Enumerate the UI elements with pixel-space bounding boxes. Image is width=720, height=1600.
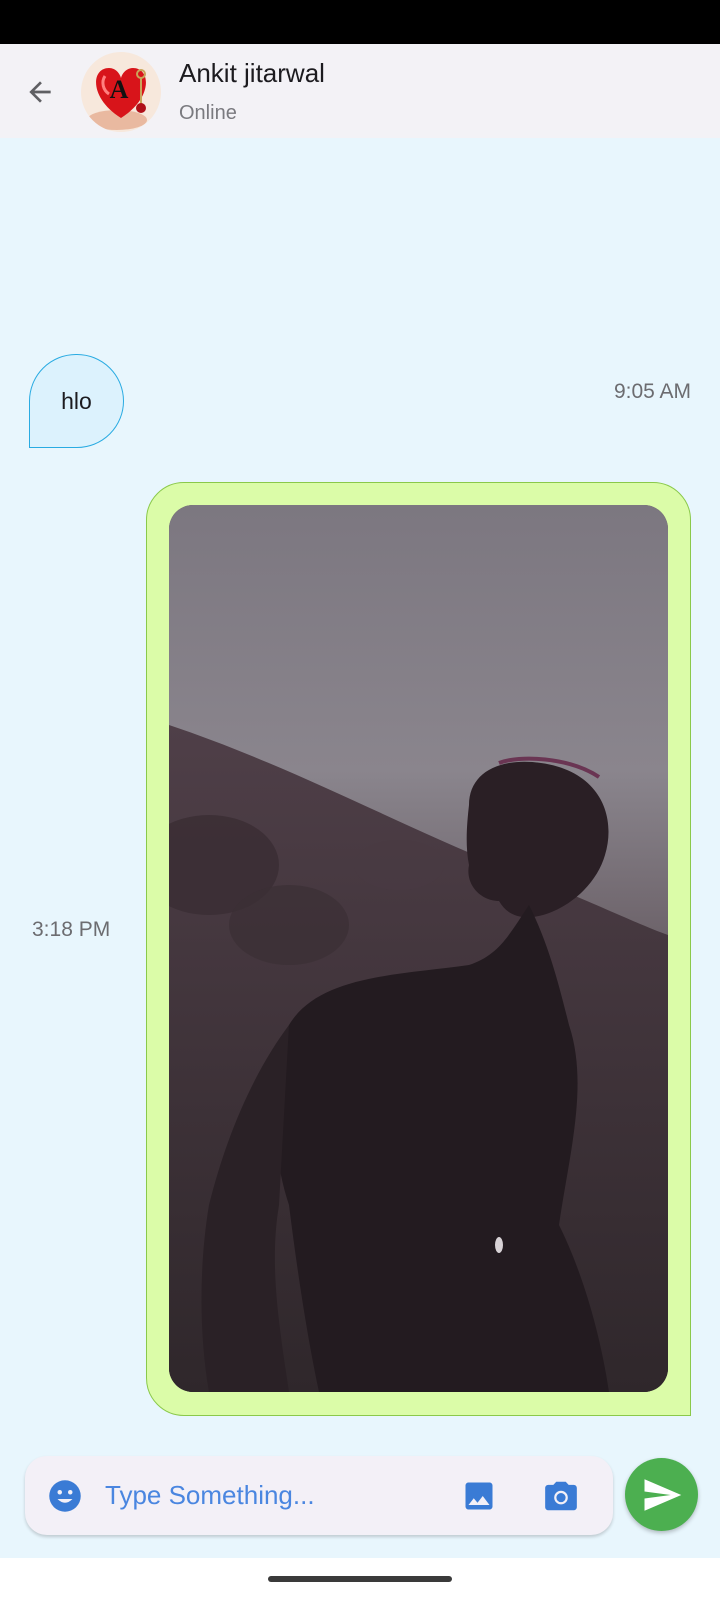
message-composer [25, 1456, 613, 1535]
message-time: 9:05 AM [613, 380, 691, 403]
camera-icon [545, 1481, 577, 1511]
emoji-icon [49, 1480, 81, 1512]
home-indicator[interactable] [268, 1576, 452, 1582]
chat-area: hlo 9:05 AM 3:18 PM [0, 138, 720, 1558]
message-input[interactable] [105, 1470, 435, 1520]
contact-name: Ankit jitarwal [179, 58, 325, 88]
contact-status: Online [179, 102, 237, 124]
received-message-bubble[interactable]: hlo [29, 354, 124, 448]
avatar-letter: A [110, 75, 129, 104]
message-text: hlo [61, 387, 92, 414]
arrow-back-icon [29, 81, 51, 103]
gallery-button[interactable] [457, 1474, 501, 1518]
back-button[interactable] [16, 68, 64, 116]
avatar[interactable]: A [81, 52, 161, 132]
app-bar: A Ankit jitarwal Online [0, 44, 720, 138]
sent-photo[interactable] [169, 505, 668, 1392]
navigation-bar [0, 1558, 720, 1600]
camera-button[interactable] [539, 1474, 583, 1518]
emoji-button[interactable] [45, 1476, 85, 1516]
send-icon [644, 1478, 681, 1511]
sent-image-bubble[interactable] [146, 482, 691, 1416]
image-icon [465, 1482, 493, 1510]
send-button[interactable] [625, 1458, 698, 1531]
status-bar [0, 0, 720, 44]
message-time: 3:18 PM [32, 918, 111, 941]
